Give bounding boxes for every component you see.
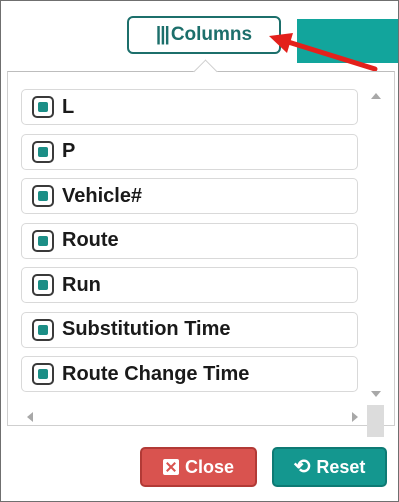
scroll-left-icon[interactable]	[27, 412, 33, 422]
scrollbar-corner	[367, 405, 384, 437]
column-item-run[interactable]: Run	[21, 267, 358, 303]
checkbox-icon[interactable]	[32, 229, 54, 252]
column-item-route[interactable]: Route	[21, 222, 358, 259]
checkbox-icon[interactable]	[32, 185, 54, 207]
checkbox-icon[interactable]	[32, 274, 54, 296]
vertical-scrollbar[interactable]	[367, 89, 384, 401]
checkbox-checked-mark	[38, 102, 48, 112]
column-item-label: L	[62, 95, 75, 118]
checkbox-checked-mark	[38, 146, 48, 157]
scroll-up-icon[interactable]	[371, 93, 381, 99]
horizontal-scrollbar[interactable]	[21, 405, 364, 429]
column-item-p[interactable]: P	[21, 133, 358, 170]
checkbox-icon[interactable]	[32, 96, 54, 118]
checkbox-checked-mark	[38, 369, 48, 379]
columns-icon: |||	[155, 24, 170, 45]
column-chooser-window: ||| Columns L P Vehicle# Route Run Subst…	[0, 0, 399, 502]
checkbox-checked-mark	[38, 191, 48, 201]
column-item-route-change-time[interactable]: Route Change Time	[21, 356, 358, 392]
column-item-label: Run	[62, 273, 101, 296]
red-arrow-annotation	[269, 33, 378, 72]
toolbar: ||| Columns	[1, 1, 398, 72]
reset-button[interactable]: ⟲ Reset	[272, 447, 387, 487]
close-button[interactable]: Close	[140, 447, 257, 487]
column-item-substitution-time[interactable]: Substitution Time	[21, 311, 358, 348]
column-item-label: Route Change Time	[62, 362, 250, 385]
checkbox-checked-mark	[38, 280, 48, 290]
column-item-label: Vehicle#	[62, 184, 143, 207]
column-item-label: Route	[62, 229, 119, 251]
checkbox-checked-mark	[38, 324, 48, 335]
column-list: L P Vehicle# Route Run Substitution Time…	[21, 89, 358, 401]
scroll-down-icon[interactable]	[371, 391, 381, 397]
columns-button[interactable]: ||| Columns	[127, 16, 281, 54]
close-button-label: Close	[184, 456, 235, 477]
checkbox-icon[interactable]	[32, 363, 54, 385]
column-item-label: Substitution Time	[62, 318, 231, 340]
reset-button-label: Reset	[316, 456, 366, 477]
column-item-label: P	[62, 140, 76, 162]
close-square-icon	[162, 459, 179, 475]
column-item-l[interactable]: L	[21, 89, 358, 125]
scroll-right-icon[interactable]	[352, 412, 358, 422]
checkbox-checked-mark	[38, 235, 48, 246]
checkbox-icon[interactable]	[32, 318, 54, 341]
undo-icon: ⟲	[293, 456, 311, 478]
columns-button-label: Columns	[170, 24, 253, 45]
checkbox-icon[interactable]	[32, 140, 54, 163]
column-item-vehicle[interactable]: Vehicle#	[21, 178, 358, 214]
